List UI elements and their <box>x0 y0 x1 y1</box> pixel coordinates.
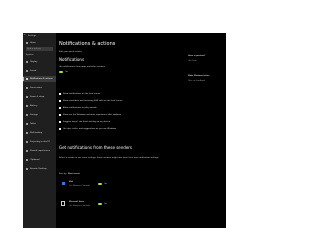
tablet-icon <box>26 123 28 125</box>
get-help-link[interactable]: Get help <box>188 60 197 62</box>
checkbox-label: Allow notifications to play sounds <box>63 107 97 109</box>
checkbox[interactable] <box>59 128 61 130</box>
search-placeholder: Find a setting <box>27 48 41 50</box>
main-content: Notifications & actions Edit your quick … <box>56 33 226 228</box>
checkbox-label: Suggest ways I can finish setting up my … <box>63 121 111 123</box>
home-item[interactable]: Home <box>23 41 56 45</box>
senders-heading: Get notifications from these senders <box>59 145 133 150</box>
sender-toggle-state: On <box>104 183 107 185</box>
checkbox-label: Get tips, tricks, and suggestions as you… <box>63 128 117 130</box>
sender-name: Mail <box>69 181 74 183</box>
project-icon <box>26 141 28 143</box>
sidebar: ← Settings Home Find a setting System Di… <box>23 33 56 228</box>
sidebar-item-label: Battery <box>30 105 38 107</box>
home-label: Home <box>30 42 36 44</box>
checkbox[interactable] <box>59 100 61 102</box>
remote-icon <box>26 168 28 170</box>
checkbox[interactable] <box>59 121 61 123</box>
sidebar-item-notifications[interactable]: Notifications & actions <box>23 76 56 82</box>
senders-description: Select a sender to see more settings. So… <box>59 157 160 159</box>
feedback-link[interactable]: Give us feedback <box>188 80 205 82</box>
sidebar-item-sound[interactable]: Sound <box>23 68 56 74</box>
sender-name: Microsoft Store <box>69 201 85 203</box>
sidebar-item-tablet[interactable]: Tablet <box>23 121 56 127</box>
sidebar-item-label: Display <box>30 61 38 63</box>
sidebar-item-focus-assist[interactable]: Focus assist <box>23 85 56 91</box>
sidebar-item-label: Notifications & actions <box>30 78 53 80</box>
notifications-heading: Notifications <box>59 57 85 62</box>
search-box[interactable]: Find a setting <box>26 47 53 51</box>
right-pane: Have a question? Get help Make Windows b… <box>188 55 224 115</box>
storage-icon <box>26 114 28 116</box>
power-icon <box>26 96 28 98</box>
checkbox-label: Show me the Windows welcome experience a… <box>63 114 122 116</box>
sidebar-item-label: Shared experiences <box>30 150 50 152</box>
mail-icon <box>62 182 65 185</box>
sender-toggle[interactable] <box>98 203 102 205</box>
monitor-icon <box>26 61 28 63</box>
sidebar-item-multitasking[interactable]: Multitasking <box>23 130 56 136</box>
sender-toggle[interactable] <box>98 183 102 185</box>
page-title: Notifications & actions <box>59 41 116 47</box>
notifications-toggle-state: On <box>65 71 68 73</box>
share-icon <box>26 150 28 152</box>
app-title: Settings <box>28 35 37 37</box>
quick-actions-link[interactable]: Edit your quick actions <box>59 51 82 53</box>
moon-icon <box>26 87 28 89</box>
sidebar-item-label: Multitasking <box>30 132 43 134</box>
notification-icon <box>26 78 28 80</box>
get-notifications-label: Get notifications from apps and other se… <box>59 66 106 68</box>
clipboard-icon <box>26 159 28 161</box>
sort-dropdown[interactable]: Most recent <box>68 173 80 175</box>
checkbox[interactable] <box>59 93 61 95</box>
checkbox[interactable] <box>59 107 61 109</box>
sidebar-item-label: Storage <box>30 114 38 116</box>
multitask-icon <box>26 132 28 134</box>
sidebar-item-display[interactable]: Display <box>23 59 56 65</box>
sidebar-item-label: Clipboard <box>30 159 40 161</box>
sender-toggle-state: On <box>104 203 107 205</box>
help-title: Have a question? <box>188 55 206 57</box>
settings-window: ← Settings Home Find a setting System Di… <box>23 33 226 228</box>
sender-row[interactable]: Microsoft Store On: Banners, Sounds On <box>59 200 179 210</box>
sidebar-item-shared-experiences[interactable]: Shared experiences <box>23 148 56 154</box>
home-icon <box>26 42 28 44</box>
sort-label: Sort by: <box>59 173 67 175</box>
sidebar-item-remote-desktop[interactable]: Remote Desktop <box>23 166 56 172</box>
store-icon <box>61 201 65 206</box>
selection-indicator <box>23 77 24 81</box>
sidebar-item-storage[interactable]: Storage <box>23 112 56 118</box>
sidebar-item-label: Focus assist <box>30 87 43 89</box>
sidebar-item-label: Remote Desktop <box>30 168 47 170</box>
checkbox-label: Show reminders and incoming VoIP calls o… <box>63 100 123 102</box>
checkbox-label: Show notifications on the lock screen <box>63 93 101 95</box>
speaker-icon <box>26 70 28 72</box>
sender-detail: On: Banners, Sounds <box>69 185 90 187</box>
notifications-toggle[interactable] <box>59 71 63 73</box>
sidebar-item-label: Tablet <box>30 123 36 125</box>
section-label: System <box>26 54 34 56</box>
sidebar-item-label: Projecting to this PC <box>30 141 51 143</box>
battery-icon <box>26 105 28 107</box>
sidebar-item-battery[interactable]: Battery <box>23 103 56 109</box>
improve-title: Make Windows better <box>188 75 210 77</box>
sender-row[interactable]: Mail On: Banners, Sounds On <box>59 180 179 190</box>
back-button[interactable]: ← <box>24 34 26 36</box>
sidebar-item-clipboard[interactable]: Clipboard <box>23 157 56 163</box>
sidebar-item-label: Power & sleep <box>30 96 45 98</box>
sidebar-item-power-sleep[interactable]: Power & sleep <box>23 94 56 100</box>
sidebar-item-projecting[interactable]: Projecting to this PC <box>23 139 56 145</box>
sender-detail: On: Banners, Sounds <box>69 205 90 207</box>
checkbox[interactable] <box>59 114 61 116</box>
sidebar-item-label: Sound <box>30 70 37 72</box>
